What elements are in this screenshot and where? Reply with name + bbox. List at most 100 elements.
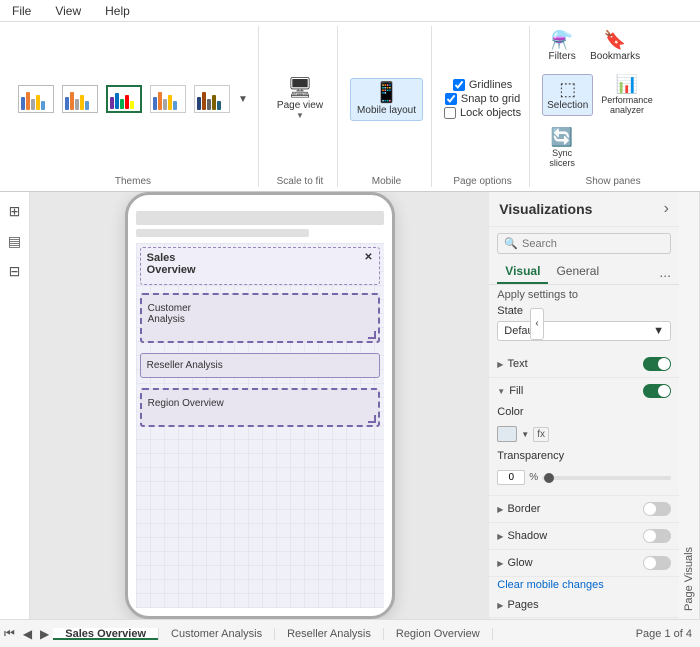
panel-header: Visualizations › xyxy=(489,192,679,227)
menu-view[interactable]: View xyxy=(51,2,85,20)
tab-sales-overview[interactable]: Sales Overview xyxy=(53,628,159,640)
mobile-layout-icon: 📱 xyxy=(374,83,399,103)
border-section-header[interactable]: ▶ Border xyxy=(489,496,679,522)
show-panes-group: ⚗️ Filters 🔖 Bookmarks ⬚ Selection 📊 Per… xyxy=(534,26,692,187)
lock-objects-check[interactable]: Lock objects xyxy=(444,107,521,119)
tab-general[interactable]: General xyxy=(548,260,607,284)
mobile-label: Mobile xyxy=(372,172,401,187)
mobile-title: Sales Overview xyxy=(147,252,196,276)
page-options-label: Page options xyxy=(453,172,511,187)
clear-mobile-link-1[interactable]: Clear mobile changes xyxy=(489,577,679,593)
menu-help[interactable]: Help xyxy=(101,2,134,20)
sidebar-icon-1[interactable]: ⊞ xyxy=(4,200,26,222)
sync-slicers-btn[interactable]: 🔄 Syncslicers xyxy=(542,123,582,172)
shadow-toggle-knob xyxy=(644,530,656,542)
nav-first-btn[interactable]: ⏮ xyxy=(0,624,19,643)
mobile-group: 📱 Mobile layout Mobile xyxy=(342,26,432,187)
sidebar-icon-2[interactable]: ▤ xyxy=(4,230,26,252)
snap-to-grid-check[interactable]: Snap to grid xyxy=(445,93,520,105)
shadow-section-header[interactable]: ▶ Shadow xyxy=(489,523,679,549)
sidebar-icon-3[interactable]: ⊟ xyxy=(4,260,26,282)
mobile-card-3[interactable]: Region Overview xyxy=(140,388,380,427)
state-dropdown-arrow: ▼ xyxy=(653,325,664,337)
fill-section-label: ▼ Fill xyxy=(497,385,523,397)
nav-next-btn[interactable]: ▶ xyxy=(36,625,53,643)
fill-title: Fill xyxy=(509,385,523,397)
selection-btn[interactable]: ⬚ Selection xyxy=(542,74,593,116)
fx-button[interactable]: fx xyxy=(533,427,549,442)
fill-section: ▼ Fill Color ▼ fx xyxy=(489,378,679,496)
mobile-card-2[interactable]: Reseller Analysis xyxy=(140,353,380,378)
color-dropdown-arrow[interactable]: ▼ xyxy=(521,430,529,439)
mobile-close-icon[interactable]: ✕ xyxy=(364,252,372,263)
apply-settings-section: Apply settings to State Default ▼ xyxy=(489,285,679,351)
search-input[interactable] xyxy=(522,238,664,250)
theme-3-active[interactable] xyxy=(104,85,144,113)
glow-toggle-knob xyxy=(644,557,656,569)
nav-prev-btn[interactable]: ◀ xyxy=(19,625,36,643)
theme-dropdown-arrow[interactable]: ▼ xyxy=(236,94,250,105)
fill-section-content: Color ▼ fx Transparency 0 % xyxy=(489,404,679,495)
text-toggle-knob xyxy=(658,358,670,370)
shadow-toggle[interactable] xyxy=(643,529,671,543)
page-options-group: Gridlines Snap to grid Lock objects Page… xyxy=(436,26,530,187)
filters-label: Filters xyxy=(549,51,576,62)
tab-customer-analysis[interactable]: Customer Analysis xyxy=(159,628,275,640)
theme-5[interactable] xyxy=(192,85,232,113)
color-box[interactable] xyxy=(497,426,517,442)
glow-section-label: ▶ Glow xyxy=(497,557,532,569)
lock-objects-label: Lock objects xyxy=(460,107,521,119)
glow-section-header[interactable]: ▶ Glow xyxy=(489,550,679,576)
filters-btn[interactable]: ⚗️ Filters xyxy=(542,26,582,66)
text-title: Text xyxy=(507,358,527,370)
gridlines-check[interactable]: Gridlines xyxy=(453,79,512,91)
mobile-card-1-label: Customer Analysis xyxy=(148,303,191,325)
fill-chevron: ▼ xyxy=(497,387,505,396)
tab-reseller-analysis[interactable]: Reseller Analysis xyxy=(275,628,384,640)
text-section-header[interactable]: ▶ Text xyxy=(489,351,679,377)
fill-section-header[interactable]: ▼ Fill xyxy=(489,378,679,404)
menu-file[interactable]: File xyxy=(8,2,35,20)
shadow-chevron: ▶ xyxy=(497,532,503,541)
theme-2[interactable] xyxy=(60,85,100,113)
mobile-layout-btn[interactable]: 📱 Mobile layout xyxy=(350,78,423,121)
pages-section-header[interactable]: ▶ Pages xyxy=(489,593,679,617)
page-view-btn[interactable]: 🖥 Page view ▼ xyxy=(271,74,329,124)
resize-handle-2[interactable] xyxy=(368,415,376,423)
performance-analyzer-btn[interactable]: 📊 Performanceanalyzer xyxy=(597,70,657,119)
theme-1[interactable] xyxy=(16,85,56,113)
resize-handle[interactable] xyxy=(368,331,376,339)
themes-group: ▼ Themes xyxy=(8,26,259,187)
glow-title: Glow xyxy=(507,557,532,569)
transparency-slider[interactable] xyxy=(542,476,671,480)
bookmarks-btn[interactable]: 🔖 Bookmarks xyxy=(586,26,644,66)
shadow-section-label: ▶ Shadow xyxy=(497,530,547,542)
state-label: State xyxy=(489,303,679,319)
search-box[interactable]: 🔍 xyxy=(497,233,671,254)
visualizations-panel: Visualizations › 🔍 Visual General ... Ap… xyxy=(489,192,679,619)
mobile-card-header[interactable]: Sales Overview ✕ xyxy=(140,247,380,285)
border-toggle[interactable] xyxy=(643,502,671,516)
transparency-label: Transparency xyxy=(497,450,564,462)
tab-region-overview[interactable]: Region Overview xyxy=(384,628,493,640)
panel-more-btn[interactable]: ... xyxy=(659,264,671,280)
glow-toggle[interactable] xyxy=(643,556,671,570)
page-view-icon: 🖥 xyxy=(287,78,312,98)
fill-toggle[interactable] xyxy=(643,384,671,398)
transparency-row: Transparency xyxy=(489,448,679,468)
mobile-card-3-label: Region Overview xyxy=(148,398,224,409)
scale-items: 🖥 Page view ▼ xyxy=(271,26,329,172)
text-toggle[interactable] xyxy=(643,357,671,371)
mobile-card-1[interactable]: Customer Analysis xyxy=(140,293,380,343)
fill-toggle-knob xyxy=(658,385,670,397)
text-section: ▶ Text xyxy=(489,351,679,378)
state-dropdown[interactable]: Default ▼ xyxy=(497,321,671,341)
shadow-title: Shadow xyxy=(507,530,547,542)
transparency-input[interactable]: 0 xyxy=(497,470,525,485)
theme-4[interactable] xyxy=(148,85,188,113)
tab-visual[interactable]: Visual xyxy=(497,260,548,284)
mobile-card-header-bar: Sales Overview ✕ xyxy=(147,252,373,276)
collapse-panel-btn[interactable]: ‹ xyxy=(530,308,544,340)
panel-close-btn[interactable]: › xyxy=(664,200,669,218)
text-section-label: ▶ Text xyxy=(497,358,527,370)
